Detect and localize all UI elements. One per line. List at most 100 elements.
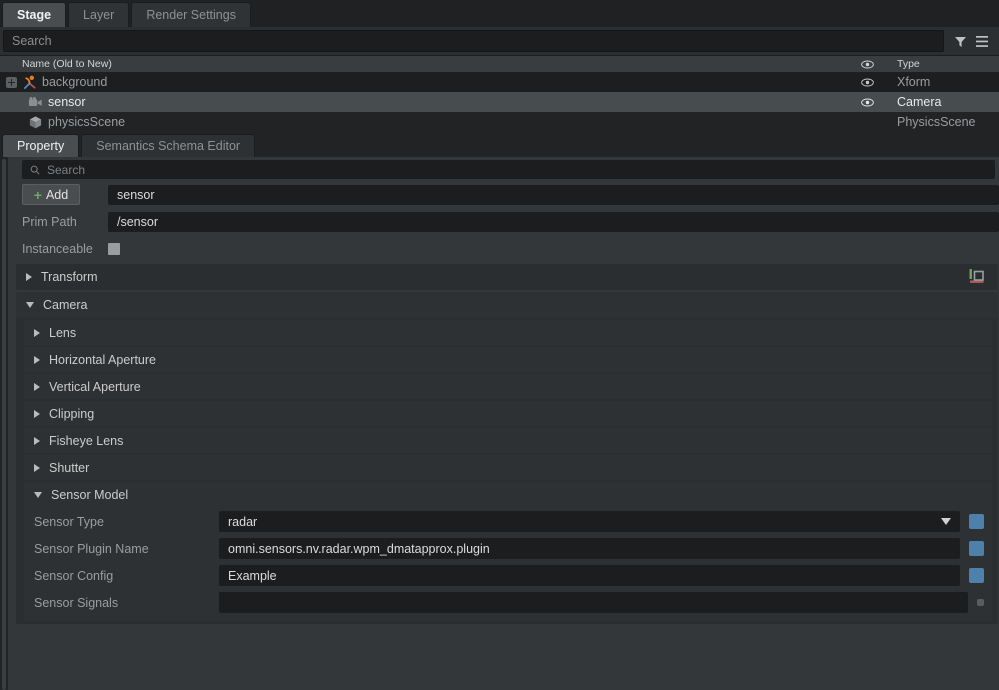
- tree-item-type: Xform: [897, 75, 931, 89]
- fisheye-lens-label: Fisheye Lens: [49, 433, 124, 448]
- subsection-lens: Lens: [24, 320, 992, 345]
- subsection-sensor-model: Sensor Model Sensor Type radar Sensor Pl…: [24, 482, 992, 621]
- instanceable-label: Instanceable: [22, 241, 93, 256]
- stage-search-input[interactable]: Search: [3, 30, 944, 52]
- sensor-model-fields: Sensor Type radar Sensor Plugin Name omn…: [24, 507, 992, 621]
- tab-stage[interactable]: Stage: [2, 2, 67, 27]
- hamburger-menu-icon[interactable]: [974, 33, 990, 49]
- sensor-type-dropdown[interactable]: radar: [219, 511, 960, 532]
- tree-item-label: physicsScene: [48, 115, 126, 129]
- filter-funnel-icon[interactable]: [952, 33, 968, 49]
- stage-panel: Stage Layer Render Settings Search Name …: [0, 0, 999, 132]
- lens-label: Lens: [49, 325, 77, 340]
- tree-row-name-cell: physicsScene: [0, 115, 847, 130]
- tab-property[interactable]: Property: [2, 134, 80, 157]
- property-search-placeholder: Search: [47, 162, 86, 177]
- add-button[interactable]: + Add: [22, 184, 80, 205]
- property-tabbar: Property Semantics Schema Editor: [0, 132, 999, 157]
- cube-icon: [29, 115, 42, 128]
- column-header-visibility-icon: [847, 60, 887, 69]
- column-header-name[interactable]: Name (Old to New): [0, 58, 847, 70]
- sensor-model-label: Sensor Model: [51, 487, 129, 502]
- camera-icon: [28, 96, 42, 106]
- prim-path-field[interactable]: /sensor: [108, 211, 999, 232]
- shutter-label: Shutter: [49, 460, 90, 475]
- sensor-type-value: radar: [228, 514, 258, 529]
- horizontal-aperture-header[interactable]: Horizontal Aperture: [24, 347, 992, 372]
- sensor-signals-field[interactable]: [219, 592, 968, 613]
- property-body: Search + Add sensor Prim Path /sensor In…: [0, 157, 999, 690]
- sensor-plugin-name-field[interactable]: omni.sensors.nv.radar.wpm_dmatapprox.plu…: [219, 538, 960, 559]
- instanceable-checkbox[interactable]: [108, 242, 120, 255]
- subsection-vertical-aperture: Vertical Aperture: [24, 374, 992, 399]
- horizontal-aperture-label: Horizontal Aperture: [49, 352, 157, 367]
- vertical-aperture-label: Vertical Aperture: [49, 379, 141, 394]
- sensor-type-connection-badge[interactable]: [969, 514, 984, 529]
- chevron-right-icon: [34, 355, 40, 364]
- stage-tree: Name (Old to New) Type background Xform …: [0, 55, 999, 132]
- chevron-down-icon: [26, 302, 34, 308]
- tree-row-name-cell: sensor: [0, 95, 847, 109]
- add-button-label: Add: [45, 187, 69, 202]
- omniverse-stage-property-window: Stage Layer Render Settings Search Name …: [0, 0, 999, 690]
- tree-row-sensor[interactable]: sensor Camera: [0, 92, 999, 112]
- tree-row-name-cell: background: [0, 75, 847, 90]
- scrollbar-thumb[interactable]: [2, 159, 6, 690]
- property-scrollbar[interactable]: [0, 157, 8, 690]
- chevron-right-icon: [34, 463, 40, 472]
- tree-item-label: background: [42, 75, 108, 89]
- sensor-signals-row: Sensor Signals: [24, 589, 992, 616]
- prim-name-field[interactable]: sensor: [108, 184, 999, 205]
- clipping-label: Clipping: [49, 406, 95, 421]
- xform-axis-icon: [23, 75, 36, 89]
- tab-render-settings[interactable]: Render Settings: [131, 2, 251, 27]
- subsection-clipping: Clipping: [24, 401, 992, 426]
- sensor-plugin-name-label: Sensor Plugin Name: [34, 541, 149, 556]
- camera-header[interactable]: Camera: [16, 292, 998, 318]
- transform-header[interactable]: Transform: [16, 264, 998, 290]
- tree-row-background[interactable]: background Xform: [0, 72, 999, 92]
- sensor-plugin-name-connection-badge[interactable]: [969, 541, 984, 556]
- tree-row-physicsscene[interactable]: physicsScene PhysicsScene: [0, 112, 999, 132]
- column-header-type[interactable]: Type: [887, 58, 999, 70]
- tab-semantics-schema-editor[interactable]: Semantics Schema Editor: [81, 134, 256, 157]
- visibility-toggle-icon[interactable]: [847, 78, 887, 87]
- chevron-right-icon: [34, 409, 40, 418]
- subsection-fisheye-lens: Fisheye Lens: [24, 428, 992, 453]
- visibility-toggle-icon[interactable]: [847, 98, 887, 107]
- vertical-aperture-header[interactable]: Vertical Aperture: [24, 374, 992, 399]
- tree-item-label: sensor: [48, 95, 86, 109]
- chevron-right-icon: [34, 328, 40, 337]
- tab-layer[interactable]: Layer: [68, 2, 130, 27]
- prim-path-label: Prim Path: [22, 214, 77, 229]
- property-panel: Property Semantics Schema Editor Search: [0, 132, 999, 690]
- clipping-header[interactable]: Clipping: [24, 401, 992, 426]
- plus-icon: +: [33, 186, 42, 203]
- sensor-config-field[interactable]: Example: [219, 565, 960, 586]
- sensor-type-label: Sensor Type: [34, 514, 104, 529]
- shutter-header[interactable]: Shutter: [24, 455, 992, 480]
- chevron-right-icon: [34, 382, 40, 391]
- section-camera: Camera Lens Horizontal Aperture Vertical…: [16, 292, 998, 624]
- sensor-signals-connection-badge[interactable]: [977, 599, 984, 606]
- sensor-config-label: Sensor Config: [34, 568, 114, 583]
- instanceable-row: Instanceable: [8, 235, 999, 262]
- chevron-right-icon: [26, 273, 32, 281]
- sensor-signals-label: Sensor Signals: [34, 595, 119, 610]
- chevron-right-icon: [34, 436, 40, 445]
- prim-name-row: + Add sensor: [8, 181, 999, 208]
- sensor-model-header[interactable]: Sensor Model: [24, 482, 992, 507]
- transform-label: Transform: [41, 270, 98, 284]
- expand-toggle-icon[interactable]: [6, 76, 17, 88]
- fisheye-lens-header[interactable]: Fisheye Lens: [24, 428, 992, 453]
- sensor-config-connection-badge[interactable]: [969, 568, 984, 583]
- property-search-input[interactable]: Search: [22, 160, 995, 179]
- stage-tree-header: Name (Old to New) Type: [0, 56, 999, 72]
- stage-search-tools: [944, 33, 996, 49]
- chevron-down-icon: [941, 518, 951, 525]
- sensor-type-row: Sensor Type radar: [24, 508, 992, 535]
- prim-path-row: Prim Path /sensor: [8, 208, 999, 235]
- lens-header[interactable]: Lens: [24, 320, 992, 345]
- tree-item-type: Camera: [897, 95, 942, 109]
- axis-gizmo-icon[interactable]: [964, 266, 990, 288]
